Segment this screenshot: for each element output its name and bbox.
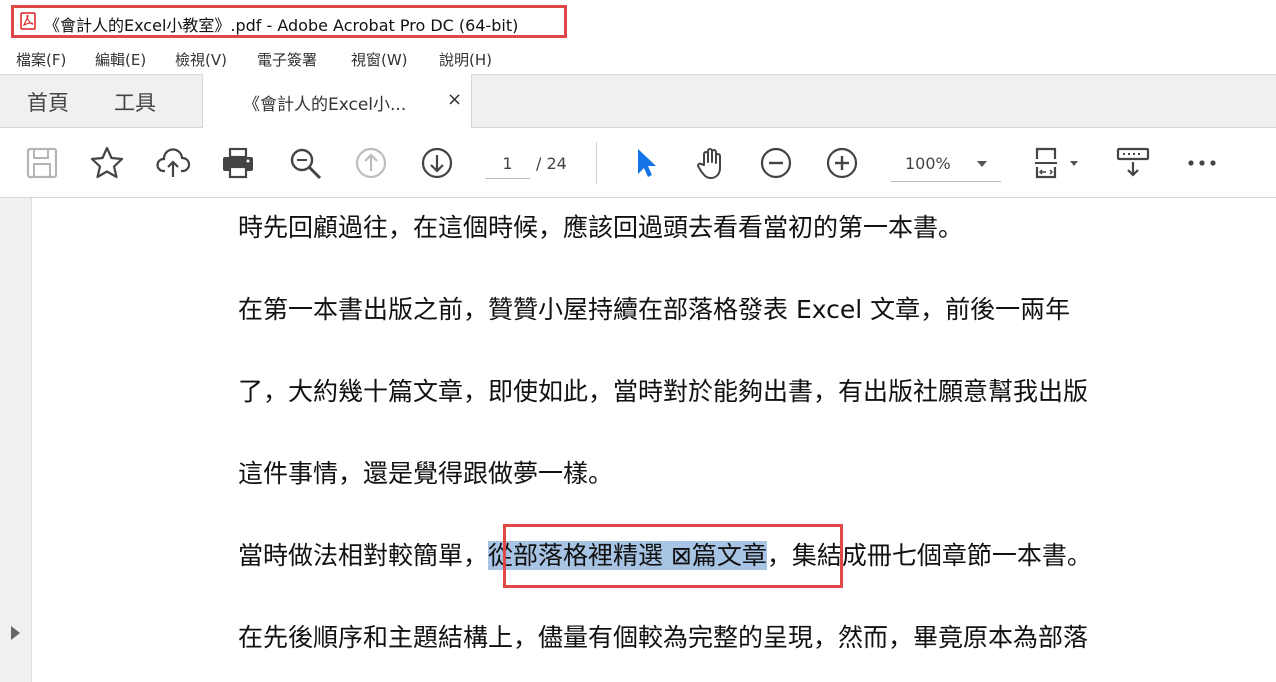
tab-document[interactable]: 《會計人的Excel小... × [202,74,472,129]
zoom-dropdown[interactable]: 100% [891,146,1001,182]
close-tab-button[interactable]: × [447,89,462,110]
tab-home[interactable]: 首頁 [27,87,69,117]
selection-highlight-box [503,524,843,588]
window-title: 《會計人的Excel小教室》.pdf - Adobe Acrobat Pro D… [44,16,519,35]
page-up-icon[interactable] [353,145,389,181]
menu-view[interactable]: 檢視(V) [175,49,227,70]
cloud-upload-icon[interactable] [155,145,191,181]
tab-tools[interactable]: 工具 [114,87,156,117]
hand-tool-icon[interactable] [693,145,729,181]
menu-edit[interactable]: 編輯(E) [95,49,146,70]
document-viewer[interactable]: 時先回顧過往，在這個時候，應該回過頭去看看當初的第一本書。 在第一本書出版之前，… [0,198,1276,682]
tab-document-label: 《會計人的Excel小... [243,95,407,115]
menu-e-sign[interactable]: 電子簽署 [257,49,317,70]
toolbar-divider [596,142,597,184]
menu-bar: 檔案(F) 編輯(E) 檢視(V) 電子簽署 視窗(W) 說明(H) [0,44,1276,74]
save-icon[interactable] [24,145,60,181]
page-down-icon[interactable] [419,145,455,181]
more-icon[interactable] [1184,145,1220,181]
zoom-search-icon[interactable] [287,145,323,181]
document-line: 在第一本書出版之前，贊贊小屋持續在部落格發表 Excel 文章，前後一兩年 [238,295,1071,324]
page-number-input[interactable] [485,148,530,179]
document-line: 了，大約幾十篇文章，即使如此，當時對於能夠出書，有出版社願意幫我出版 [238,377,1089,406]
document-line: 時先回顧過往，在這個時候，應該回過頭去看看當初的第一本書。 [238,213,964,242]
line-text-before: 當時做法相對較簡單， [238,541,489,570]
tab-bar: 首頁 工具 《會計人的Excel小... × [0,74,1276,129]
expand-panel-arrow-icon[interactable] [11,626,20,640]
toolbar: / 24 100% [0,128,1276,198]
page-total: / 24 [536,154,567,173]
fit-page-icon[interactable] [1032,145,1084,181]
pdf-icon [20,12,36,30]
menu-help[interactable]: 說明(H) [439,49,492,70]
document-line: 這件事情，還是覺得跟做夢一樣。 [238,459,614,488]
comment-tool-icon[interactable] [1115,145,1151,181]
left-panel-rail [0,198,32,682]
zoom-in-icon[interactable] [824,145,860,181]
document-line: 在先後順序和主題結構上，儘量有個較為完整的呈現，然而，畢竟原本為部落 [238,623,1089,652]
star-icon[interactable] [89,145,125,181]
zoom-out-icon[interactable] [758,145,794,181]
zoom-value: 100% [905,154,951,173]
select-pointer-icon[interactable] [628,145,664,181]
menu-file[interactable]: 檔案(F) [16,49,66,70]
print-icon[interactable] [220,145,256,181]
menu-window[interactable]: 視窗(W) [351,49,408,70]
chevron-down-icon [977,161,987,167]
title-bar: 《會計人的Excel小教室》.pdf - Adobe Acrobat Pro D… [0,0,1276,44]
